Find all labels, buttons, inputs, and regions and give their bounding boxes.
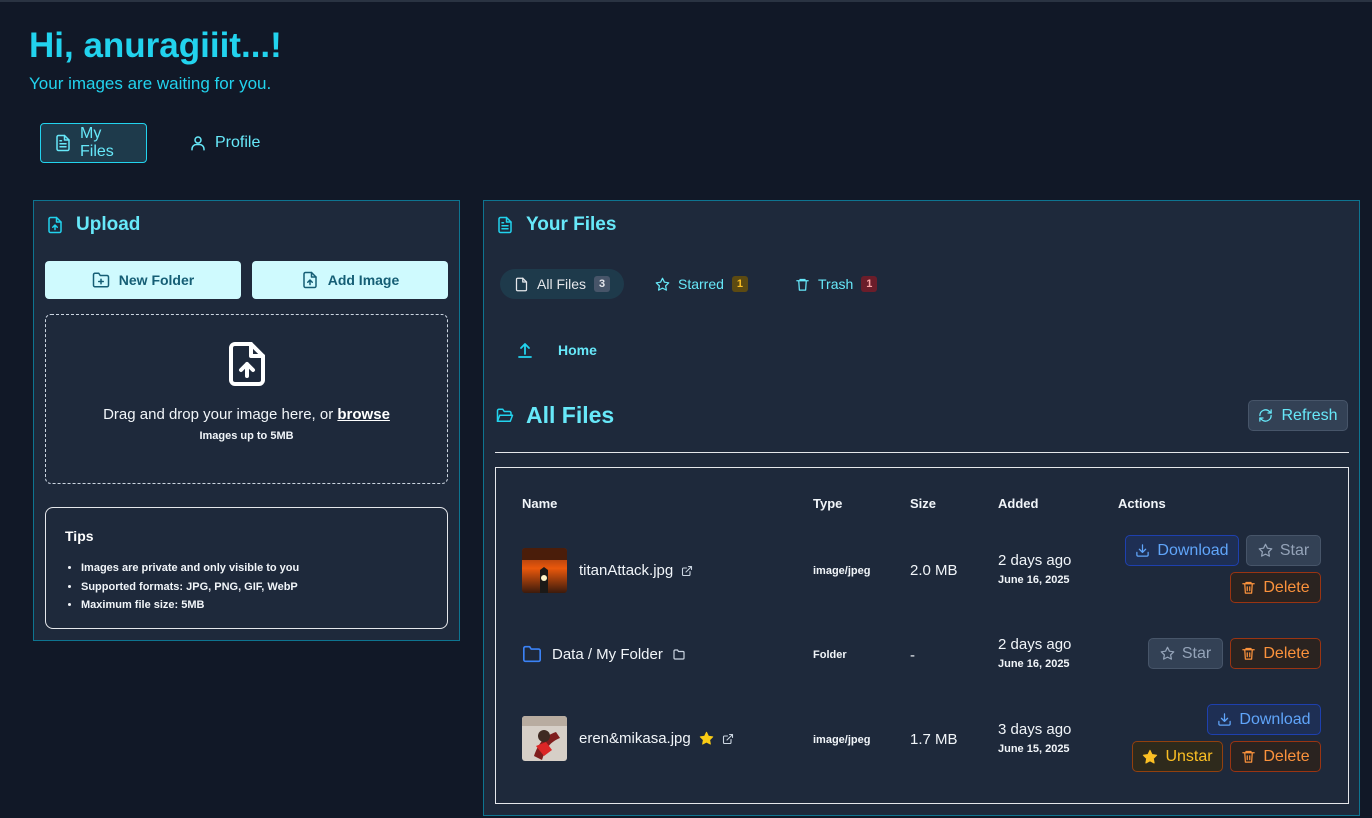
added-date: June 16, 2025 <box>998 574 1070 586</box>
file-text-icon <box>496 216 514 234</box>
tab-label: My Files <box>80 125 114 160</box>
count-badge: 1 <box>731 276 749 292</box>
files-panel: Your Files All Files 3 Starred 1 Trash 1… <box>483 200 1360 816</box>
table-row: eren&mikasa.jpg image/jpeg 1.7 MB 3 days… <box>496 698 1348 798</box>
external-link-icon[interactable] <box>681 565 693 577</box>
star-icon <box>655 277 670 292</box>
added-relative: 2 days ago <box>998 636 1072 653</box>
folder-small-icon <box>673 648 685 660</box>
trash-icon <box>1241 749 1256 764</box>
browse-link[interactable]: browse <box>337 406 390 423</box>
star-button[interactable]: Star <box>1246 535 1321 566</box>
trash-icon <box>1241 580 1256 595</box>
tab-trash[interactable]: Trash 1 <box>781 269 891 299</box>
tips-list: Images are private and only visible to y… <box>65 559 428 615</box>
tab-my-files[interactable]: My Files <box>40 123 147 163</box>
file-size: - <box>910 647 915 664</box>
file-icon <box>514 277 529 292</box>
star-icon <box>1160 646 1175 661</box>
files-panel-title: Your Files <box>496 214 616 236</box>
column-header: Name <box>522 496 558 511</box>
column-header: Added <box>998 496 1039 511</box>
table-row: Data / My Folder Folder - 2 days ago Jun… <box>496 628 1348 698</box>
file-name[interactable]: eren&mikasa.jpg <box>579 730 734 747</box>
tab-profile[interactable]: Profile <box>176 123 273 163</box>
add-image-button[interactable]: Add Image <box>252 261 448 299</box>
folder-plus-icon <box>92 271 110 289</box>
tab-starred[interactable]: Starred 1 <box>641 269 762 299</box>
file-size: 2.0 MB <box>910 562 958 579</box>
added-date: June 16, 2025 <box>998 658 1070 670</box>
folder-open-icon <box>496 407 514 425</box>
file-added: 3 days ago June 15, 2025 <box>998 721 1071 755</box>
file-type: image/jpeg <box>813 565 871 577</box>
added-date: June 15, 2025 <box>998 743 1070 755</box>
star-button[interactable]: Star <box>1148 638 1223 669</box>
upload-panel: Upload New Folder Add Image Drag and dro… <box>33 200 460 641</box>
folder-name[interactable]: Data / My Folder <box>522 645 685 663</box>
file-text-icon <box>54 134 72 152</box>
download-button[interactable]: Download <box>1207 704 1321 735</box>
dropzone-text: Drag and drop your image here, or <box>103 406 334 423</box>
file-added: 2 days ago June 16, 2025 <box>998 636 1071 670</box>
section-title: All Files <box>496 402 614 429</box>
user-icon <box>189 134 207 152</box>
added-relative: 2 days ago <box>998 552 1072 569</box>
trash-icon <box>1241 646 1256 661</box>
dropzone[interactable]: Drag and drop your image here, or browse… <box>45 314 448 484</box>
count-badge: 3 <box>594 276 611 292</box>
file-thumbnail[interactable] <box>522 548 567 593</box>
trash-icon <box>795 277 810 292</box>
file-upload-icon <box>301 271 319 289</box>
arrow-up-icon[interactable] <box>518 342 532 358</box>
file-name[interactable]: titanAttack.jpg <box>579 562 693 579</box>
file-type: Folder <box>813 649 847 661</box>
file-size: 1.7 MB <box>910 731 958 748</box>
breadcrumb-home[interactable]: Home <box>558 342 597 358</box>
breadcrumb: Home <box>518 342 597 358</box>
tip-item: Supported formats: JPG, PNG, GIF, WebP <box>81 578 428 597</box>
folder-icon <box>522 645 542 663</box>
upload-panel-title: Upload <box>46 214 140 236</box>
greeting-subtitle: Your images are waiting for you. <box>29 74 272 93</box>
added-relative: 3 days ago <box>998 721 1072 738</box>
file-thumbnail[interactable] <box>522 716 567 761</box>
delete-button[interactable]: Delete <box>1230 572 1321 603</box>
tip-item: Maximum file size: 5MB <box>81 596 428 615</box>
download-icon <box>1217 712 1232 727</box>
table-row: titanAttack.jpg image/jpeg 2.0 MB 2 days… <box>496 528 1348 628</box>
tip-item: Images are private and only visible to y… <box>81 559 428 578</box>
star-filled-icon <box>699 731 714 746</box>
refresh-button[interactable]: Refresh <box>1248 400 1348 431</box>
tab-label: Profile <box>215 134 261 151</box>
refresh-icon <box>1258 408 1273 423</box>
tips-box: Tips Images are private and only visible… <box>45 507 448 629</box>
new-folder-button[interactable]: New Folder <box>45 261 241 299</box>
column-header: Size <box>910 496 937 511</box>
column-header: Type <box>813 496 843 511</box>
tab-all-files[interactable]: All Files 3 <box>500 269 625 299</box>
star-icon <box>1258 543 1273 558</box>
tips-title: Tips <box>65 528 94 544</box>
file-type: image/jpeg <box>813 734 871 746</box>
file-upload-icon <box>46 216 64 234</box>
dropzone-text-line: Drag and drop your image here, or browse <box>46 406 447 423</box>
upload-file-icon <box>46 338 447 390</box>
dropzone-limit: Images up to 5MB <box>199 430 294 442</box>
unstar-button[interactable]: Unstar <box>1132 741 1223 772</box>
external-link-icon[interactable] <box>722 733 734 745</box>
star-filled-icon <box>1142 749 1158 765</box>
files-table: Name Type Size Added Actions titanAttack… <box>495 467 1349 804</box>
divider <box>495 452 1349 453</box>
file-added: 2 days ago June 16, 2025 <box>998 552 1071 586</box>
download-button[interactable]: Download <box>1125 535 1239 566</box>
greeting-title: Hi, anuragiiit...! <box>29 26 282 65</box>
delete-button[interactable]: Delete <box>1230 638 1321 669</box>
count-badge: 1 <box>861 276 878 292</box>
delete-button[interactable]: Delete <box>1230 741 1321 772</box>
column-header: Actions <box>1118 496 1166 511</box>
download-icon <box>1135 543 1150 558</box>
